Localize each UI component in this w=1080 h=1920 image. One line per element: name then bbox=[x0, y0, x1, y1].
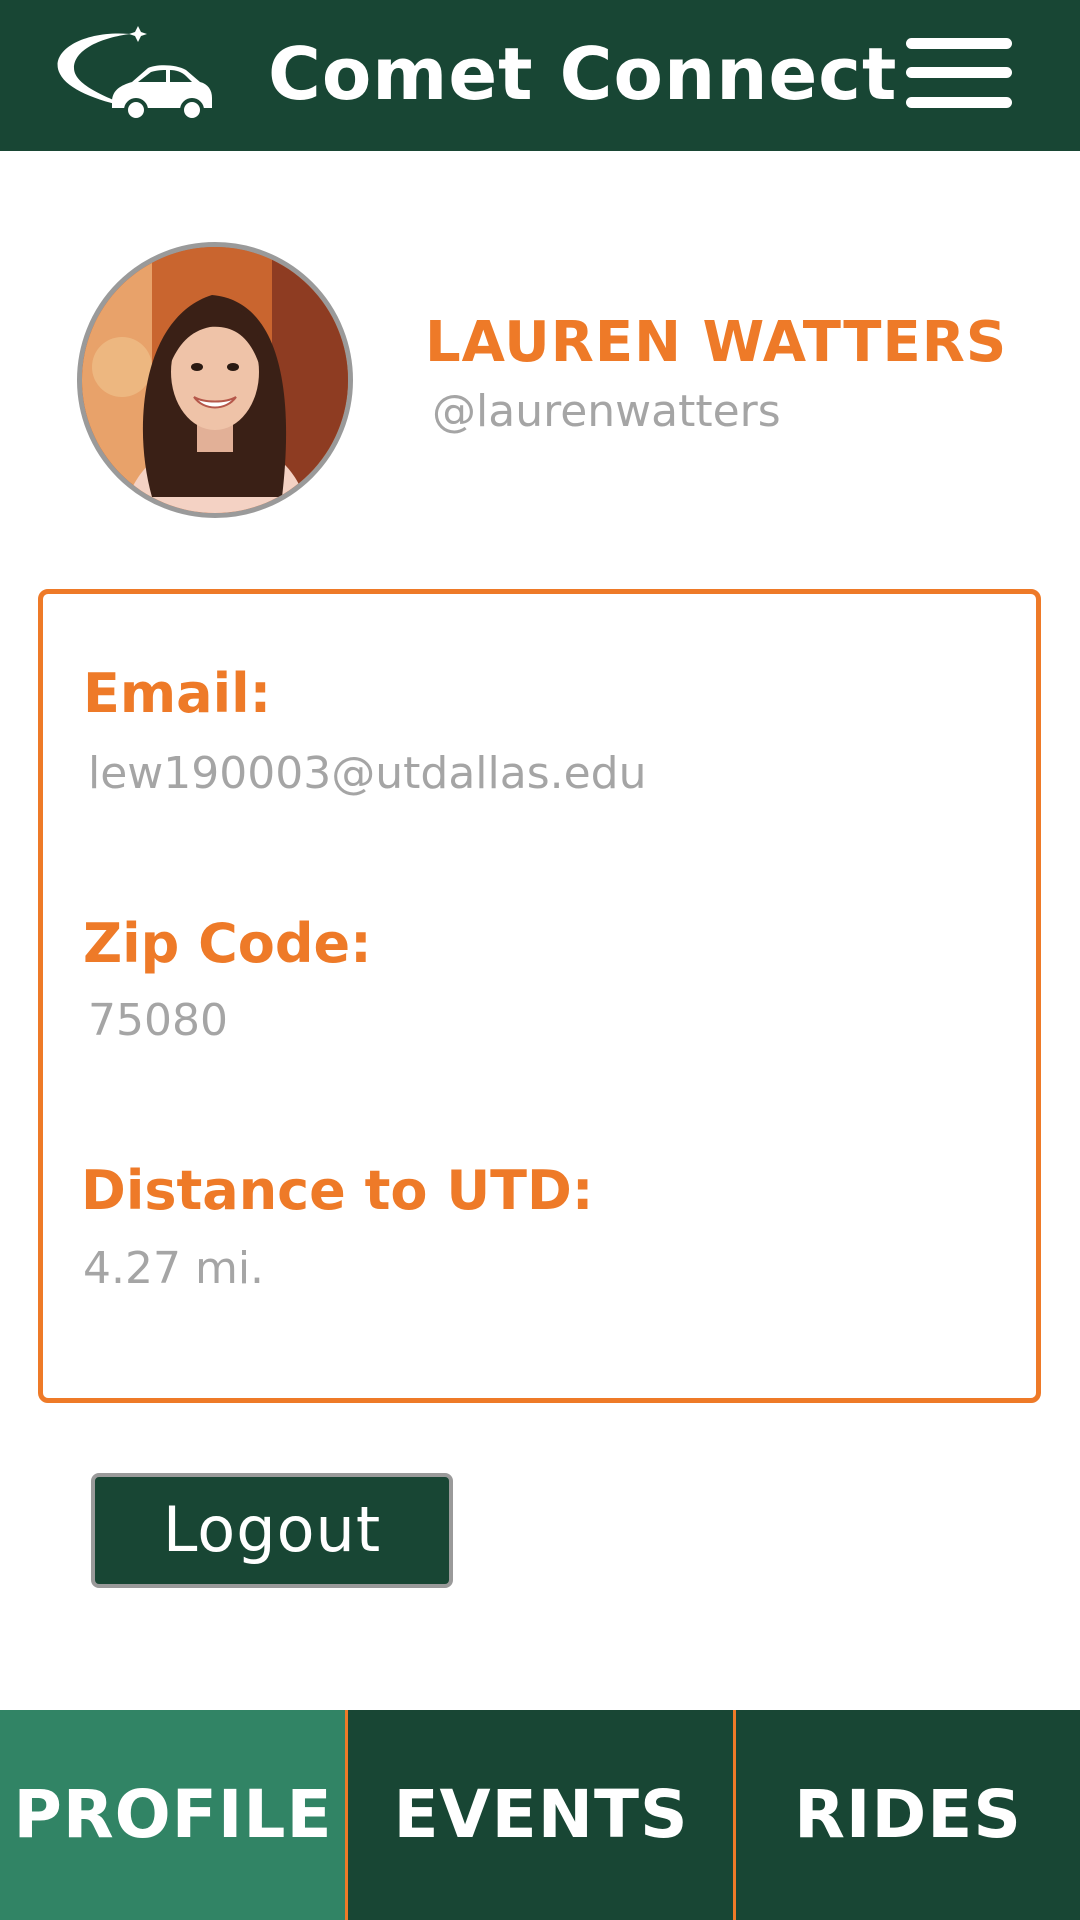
profile-info-card: Email: lew190003@utdallas.edu Zip Code: … bbox=[38, 589, 1041, 1403]
zip-code-label: Zip Code: bbox=[83, 912, 372, 975]
comet-car-logo-icon[interactable] bbox=[52, 22, 212, 128]
app-title: Comet Connect bbox=[268, 32, 898, 116]
zip-code-value: 75080 bbox=[88, 995, 228, 1046]
email-value: lew190003@utdallas.edu bbox=[88, 748, 647, 799]
user-name: LAUREN WATTERS bbox=[425, 310, 1008, 375]
tab-events[interactable]: EVENTS bbox=[348, 1710, 734, 1920]
profile-avatar[interactable] bbox=[77, 242, 353, 518]
app-screen: Comet Connect LAUREN WATTERS @laurenwatt… bbox=[0, 0, 1080, 1920]
email-label: Email: bbox=[83, 662, 272, 725]
distance-value: 4.27 mi. bbox=[83, 1243, 265, 1294]
hamburger-menu-icon[interactable] bbox=[906, 38, 1014, 110]
bottom-nav: PROFILE EVENTS RIDES bbox=[0, 1710, 1080, 1920]
tab-rides[interactable]: RIDES bbox=[736, 1710, 1080, 1920]
user-handle: @laurenwatters bbox=[432, 386, 781, 437]
distance-label: Distance to UTD: bbox=[81, 1159, 594, 1222]
tab-profile[interactable]: PROFILE bbox=[0, 1710, 346, 1920]
app-header: Comet Connect bbox=[0, 0, 1080, 151]
logout-button[interactable]: Logout bbox=[91, 1473, 453, 1588]
